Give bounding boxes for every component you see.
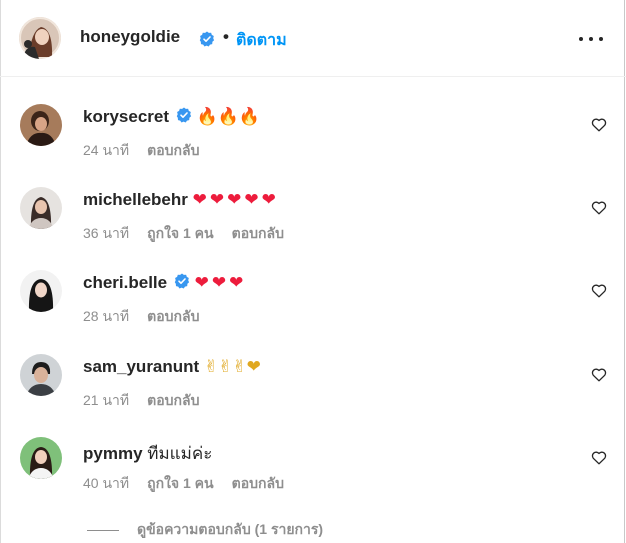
like-heart-icon[interactable] (591, 283, 607, 298)
commenter-avatar[interactable] (20, 187, 62, 229)
author-username[interactable]: honeygoldie (80, 27, 180, 47)
post-header: honeygoldie • ติดตาม (0, 0, 626, 77)
separator-dot: • (223, 27, 229, 46)
commenter-username[interactable]: sam_yuranunt (83, 357, 199, 376)
author-avatar[interactable] (19, 17, 61, 59)
commenter-avatar[interactable] (20, 437, 62, 479)
comment-text-line: pymmy ทีมแม่ค่ะ (83, 440, 212, 467)
like-heart-icon[interactable] (591, 200, 607, 215)
comment-body: 🔥🔥🔥 (196, 107, 260, 126)
comment-text-line: cheri.belle ❤❤❤ (83, 273, 246, 293)
comment-time: 28 นาที (83, 308, 130, 324)
verified-badge-icon (199, 31, 215, 47)
comment-text-line: korysecret 🔥🔥🔥 (83, 107, 260, 127)
comment-item: pymmy ทีมแม่ค่ะ 40 นาที ถูกใจ 1 คน ตอบกลับ (0, 437, 626, 517)
comment-meta: 40 นาที ถูกใจ 1 คน ตอบกลับ (83, 473, 302, 495)
commenter-avatar[interactable] (20, 270, 62, 312)
verified-badge-icon (174, 273, 189, 289)
commenter-avatar[interactable] (20, 104, 62, 146)
comment-body: ❤❤❤ (194, 273, 247, 292)
view-replies-label: ดูข้อความตอบกลับ (1 รายการ) (137, 521, 324, 537)
comment-time: 36 นาที (83, 225, 130, 241)
more-options-icon[interactable] (578, 28, 604, 48)
commenter-username[interactable]: michellebehr (83, 190, 188, 209)
comment-item: korysecret 🔥🔥🔥 24 นาที ตอบกลับ (0, 104, 626, 184)
comment-item: sam_yuranunt ✌✌✌❤ 21 นาที ตอบกลับ (0, 354, 626, 434)
comment-meta: 28 นาที ตอบกลับ (83, 306, 217, 328)
view-replies-button[interactable]: ดูข้อความตอบกลับ (1 รายการ) (87, 519, 323, 541)
like-heart-icon[interactable] (591, 117, 607, 132)
comment-time: 40 นาที (83, 475, 130, 491)
commenter-username[interactable]: cheri.belle (83, 273, 167, 292)
reply-button[interactable]: ตอบกลับ (232, 225, 284, 241)
reply-button[interactable]: ตอบกลับ (147, 142, 199, 158)
comment-item: michellebehr ❤❤❤❤❤ 36 นาที ถูกใจ 1 คน ตอบก… (0, 187, 626, 267)
reply-button[interactable]: ตอบกลับ (147, 392, 199, 408)
like-heart-icon[interactable] (591, 367, 607, 382)
like-heart-icon[interactable] (591, 450, 607, 465)
comment-text-line: michellebehr ❤❤❤❤❤ (83, 190, 279, 210)
comment-meta: 21 นาที ตอบกลับ (83, 390, 217, 412)
comment-meta: 36 นาที ถูกใจ 1 คน ตอบกลับ (83, 223, 302, 245)
verified-badge-icon (176, 107, 191, 123)
likes-count[interactable]: ถูกใจ 1 คน (147, 225, 214, 241)
comment-body: ✌✌✌❤ (203, 357, 261, 376)
commenter-username[interactable]: korysecret (83, 107, 169, 126)
comment-item: cheri.belle ❤❤❤ 28 นาที ตอบกลับ (0, 270, 626, 350)
likes-count[interactable]: ถูกใจ 1 คน (147, 475, 214, 491)
reply-button[interactable]: ตอบกลับ (147, 308, 199, 324)
commenter-avatar[interactable] (20, 354, 62, 396)
comment-body: ❤❤❤❤❤ (192, 190, 279, 209)
commenter-username[interactable]: pymmy (83, 444, 143, 463)
comment-meta: 24 นาที ตอบกลับ (83, 140, 217, 162)
comment-body: ทีมแม่ค่ะ (147, 444, 213, 463)
comment-text-line: sam_yuranunt ✌✌✌❤ (83, 357, 261, 377)
comment-time: 24 นาที (83, 142, 130, 158)
comment-time: 21 นาที (83, 392, 130, 408)
reply-button[interactable]: ตอบกลับ (232, 475, 284, 491)
follow-button[interactable]: ติดตาม (236, 28, 287, 53)
replies-divider-line (87, 529, 119, 531)
